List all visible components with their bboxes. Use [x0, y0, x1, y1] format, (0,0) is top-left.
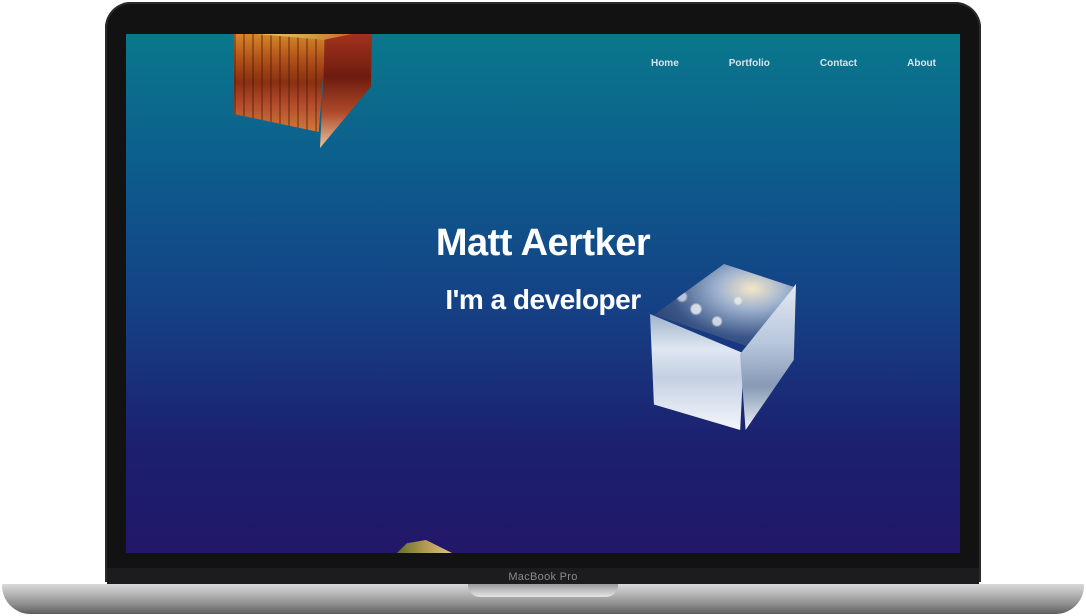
cube-front-face [234, 34, 326, 132]
hero-title: Matt Aertker [435, 222, 651, 264]
nav-portfolio-link[interactable]: Portfolio [729, 58, 770, 69]
autumn-forest-cube [232, 34, 374, 152]
website-viewport: Home Portfolio Contact About Matt Aertke… [126, 34, 960, 553]
snowy-mountain-cube [648, 262, 796, 430]
hero-subtitle: I'm a developer [445, 284, 641, 315]
nav-home-link[interactable]: Home [651, 58, 679, 69]
laptop-notch [468, 584, 618, 597]
partial-cube-bottom [394, 540, 458, 553]
cube-side-face [320, 34, 372, 148]
cube-top-face [394, 540, 458, 553]
nav-about-link[interactable]: About [907, 58, 936, 69]
top-nav: Home Portfolio Contact About [601, 58, 936, 69]
nav-contact-link[interactable]: Contact [820, 58, 857, 69]
